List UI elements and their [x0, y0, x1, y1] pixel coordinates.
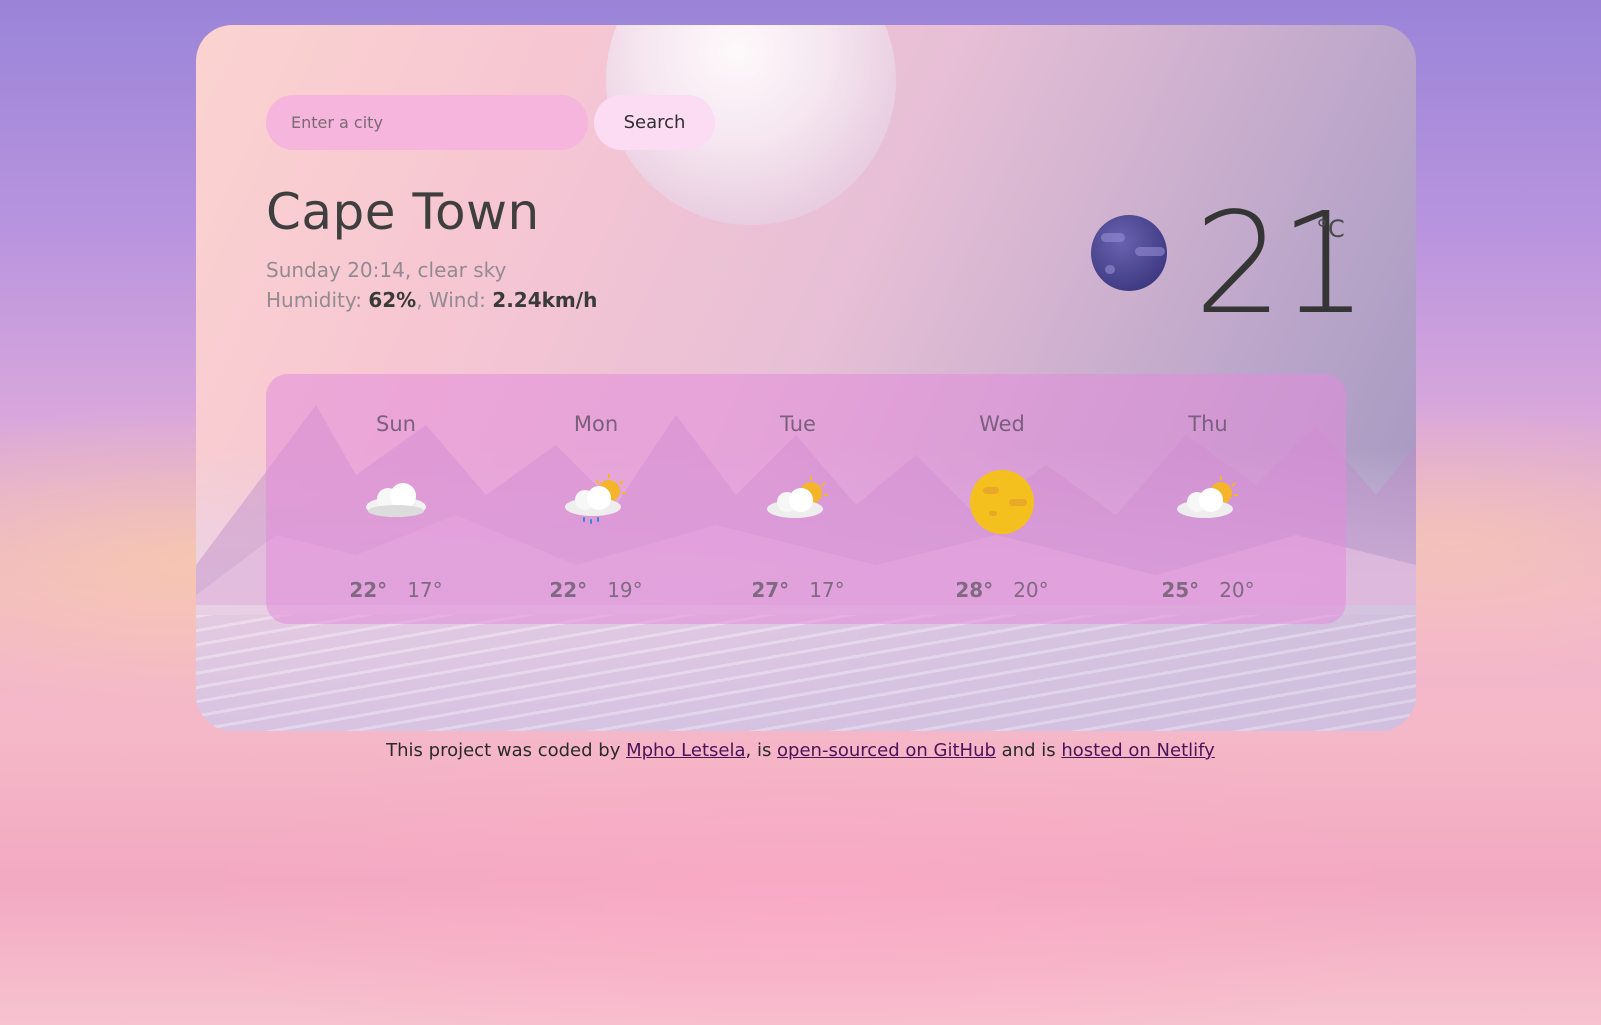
forecast-day: Mon 22° 19°	[536, 374, 656, 624]
forecast-temps: 27° 17°	[738, 578, 858, 602]
humidity-value: 62%	[368, 288, 417, 312]
weather-details: Sunday 20:14, clear sky Humidity: 62%, W…	[266, 255, 597, 315]
forecast-max-temp: 25°	[1161, 578, 1200, 602]
wind-label: , Wind:	[416, 288, 493, 312]
forecast-day: Sun 22° 17°	[336, 374, 456, 624]
search-button[interactable]: Search	[594, 95, 715, 150]
forecast-day: Thu 25° 20°	[1148, 374, 1268, 624]
forecast-temps: 25° 20°	[1148, 578, 1268, 602]
datetime-description: Sunday 20:14, clear sky	[266, 258, 507, 282]
forecast-day-name: Thu	[1188, 412, 1228, 436]
footer-prefix: This project was coded by	[386, 740, 627, 761]
footer-and: and is	[995, 740, 1062, 761]
forecast-temps: 22° 17°	[336, 578, 456, 602]
weather-card: Search Cape Town Sunday 20:14, clear sky…	[196, 25, 1416, 731]
partly-cloudy-icon	[767, 476, 828, 518]
netlify-link[interactable]: hosted on Netlify	[1061, 740, 1215, 761]
forecast-min-temp: 17°	[809, 578, 845, 602]
sunny-icon	[970, 470, 1034, 534]
wind-value: 2.24km/h	[492, 288, 598, 312]
forecast-temps: 28° 20°	[942, 578, 1062, 602]
forecast-day: Wed 28° 20°	[942, 374, 1062, 624]
forecast-min-temp: 17°	[407, 578, 443, 602]
forecast-max-temp: 22°	[349, 578, 388, 602]
city-name: Cape Town	[266, 183, 540, 241]
city-search-input[interactable]	[266, 95, 588, 150]
forecast-max-temp: 27°	[751, 578, 790, 602]
cloudy-icon	[366, 483, 426, 517]
footer: This project was coded by Mpho Letsela, …	[0, 740, 1601, 761]
partly-cloudy-icon	[1177, 476, 1238, 518]
rain-sun-icon	[565, 474, 626, 524]
forecast-temps: 22° 19°	[536, 578, 656, 602]
footer-middle: , is	[745, 740, 778, 761]
search-form: Search	[266, 95, 715, 150]
forecast-min-temp: 20°	[1013, 578, 1049, 602]
github-link[interactable]: open-sourced on GitHub	[777, 740, 996, 761]
clear-sky-night-icon	[1091, 215, 1167, 291]
humidity-label: Humidity:	[266, 288, 369, 312]
humidity-wind-line: Humidity: 62%, Wind: 2.24km/h	[266, 285, 597, 315]
forecast-day-name: Wed	[979, 412, 1025, 436]
author-link[interactable]: Mpho Letsela	[626, 740, 745, 761]
forecast-day-name: Mon	[573, 412, 619, 436]
forecast-min-temp: 20°	[1219, 578, 1255, 602]
forecast-day-name: Tue	[780, 412, 816, 436]
forecast-max-temp: 28°	[955, 578, 994, 602]
water-reflection	[196, 615, 1416, 731]
forecast-panel: Sun 22° 17° Mon 22° 19° Tue 27° 17° Wed …	[266, 374, 1346, 624]
forecast-min-temp: 19°	[607, 578, 643, 602]
forecast-max-temp: 22°	[549, 578, 588, 602]
temperature-unit: °C	[1316, 215, 1345, 243]
forecast-day: Tue 27° 17°	[738, 374, 858, 624]
forecast-day-name: Sun	[376, 412, 416, 436]
